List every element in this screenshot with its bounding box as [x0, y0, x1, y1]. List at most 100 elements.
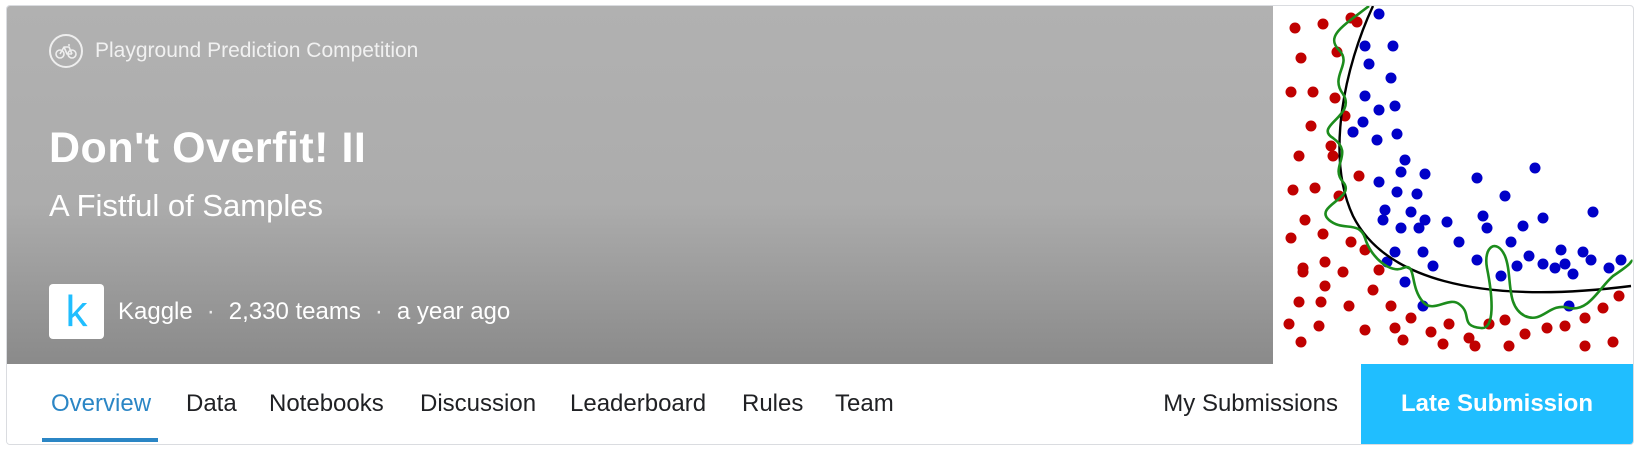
competition-age: a year ago [396, 297, 511, 325]
blue-sample-point [1477, 210, 1489, 222]
red-sample-point [1295, 52, 1307, 64]
host-name[interactable]: Kaggle [118, 298, 193, 326]
blue-sample-point [1585, 254, 1597, 266]
blue-sample-point [1517, 220, 1529, 232]
blue-sample-point [1391, 128, 1403, 140]
team-count: 2,330 teams [228, 297, 361, 325]
competition-type-label: Playground Prediction Competition [95, 39, 419, 62]
blue-sample-point [1387, 40, 1399, 52]
blue-sample-point [1357, 116, 1369, 128]
blue-sample-point [1377, 214, 1389, 226]
overfitting-illustration [1273, 6, 1633, 364]
red-sample-point [1317, 228, 1329, 240]
active-tab-indicator [42, 438, 158, 442]
blue-sample-point [1373, 176, 1385, 188]
blue-sample-point [1395, 166, 1407, 178]
red-sample-point [1437, 338, 1449, 350]
red-sample-point [1293, 150, 1305, 162]
blue-sample-point [1385, 72, 1397, 84]
late-submission-button[interactable]: Late Submission [1361, 364, 1633, 444]
red-sample-point [1385, 300, 1397, 312]
red-sample-point [1327, 150, 1339, 162]
red-sample-point [1425, 326, 1437, 338]
red-sample-point [1317, 18, 1329, 30]
red-sample-point [1315, 296, 1327, 308]
red-sample-point [1289, 22, 1301, 34]
blue-sample-point [1615, 254, 1627, 266]
blue-sample-point [1379, 204, 1391, 216]
blue-sample-point [1399, 276, 1411, 288]
red-sample-point [1287, 184, 1299, 196]
tab-leaderboard[interactable]: Leaderboard [570, 364, 706, 444]
hero-banner: Playground Prediction Competition Don't … [7, 6, 1633, 364]
blue-sample-point [1359, 90, 1371, 102]
blue-sample-point [1359, 40, 1371, 52]
blue-sample-point [1537, 258, 1549, 270]
blue-sample-point [1405, 206, 1417, 218]
blue-sample-point [1427, 260, 1439, 272]
red-sample-point [1469, 340, 1481, 352]
red-sample-point [1345, 236, 1357, 248]
blue-sample-point [1471, 254, 1483, 266]
red-sample-point [1373, 264, 1385, 276]
blue-sample-point [1511, 260, 1523, 272]
overfit-decision-boundary [1324, 6, 1633, 330]
blue-sample-point [1537, 212, 1549, 224]
red-sample-point [1283, 318, 1295, 330]
red-sample-point [1295, 336, 1307, 348]
blue-sample-point [1373, 8, 1385, 20]
blue-sample-point [1389, 246, 1401, 258]
blue-sample-point [1529, 162, 1541, 174]
tab-discussion[interactable]: Discussion [420, 364, 536, 444]
host-logo[interactable]: k [49, 284, 104, 339]
red-sample-point [1337, 266, 1349, 278]
red-sample-point [1405, 312, 1417, 324]
red-sample-point [1389, 322, 1401, 334]
red-sample-point [1309, 182, 1321, 194]
red-sample-point [1319, 280, 1331, 292]
red-sample-point [1329, 92, 1341, 104]
red-sample-point [1579, 312, 1591, 324]
blue-sample-point [1363, 58, 1375, 70]
red-sample-point [1343, 300, 1355, 312]
blue-sample-point [1417, 246, 1429, 258]
blue-sample-point [1347, 126, 1359, 138]
red-sample-point [1499, 314, 1511, 326]
blue-sample-point [1577, 246, 1589, 258]
blue-sample-point [1555, 244, 1567, 256]
red-sample-point [1297, 262, 1309, 274]
blue-sample-point [1499, 190, 1511, 202]
red-sample-point [1397, 334, 1409, 346]
red-sample-point [1541, 322, 1553, 334]
blue-sample-point [1441, 216, 1453, 228]
tab-overview[interactable]: Overview [51, 364, 151, 444]
blue-sample-point [1603, 262, 1615, 274]
red-sample-point [1367, 284, 1379, 296]
my-submissions-link[interactable]: My Submissions [1163, 364, 1338, 444]
blue-sample-point [1495, 270, 1507, 282]
competition-tabs: Overview Data Notebooks Discussion Leade… [7, 364, 1633, 444]
red-sample-point [1313, 320, 1325, 332]
blue-sample-point [1391, 186, 1403, 198]
red-sample-point [1503, 340, 1515, 352]
tab-team[interactable]: Team [835, 364, 894, 444]
red-sample-point [1607, 336, 1619, 348]
red-sample-point [1579, 340, 1591, 352]
blue-sample-point [1373, 104, 1385, 116]
blue-sample-point [1505, 236, 1517, 248]
tab-rules[interactable]: Rules [742, 364, 803, 444]
tab-data[interactable]: Data [186, 364, 237, 444]
blue-sample-point [1549, 262, 1561, 274]
red-sample-point [1305, 120, 1317, 132]
blue-sample-point [1559, 258, 1571, 270]
red-sample-point [1325, 140, 1337, 152]
blue-sample-point [1399, 154, 1411, 166]
bike-icon [49, 34, 83, 68]
red-sample-point [1285, 232, 1297, 244]
blue-sample-point [1471, 172, 1483, 184]
blue-sample-point [1567, 268, 1579, 280]
tab-notebooks[interactable]: Notebooks [269, 364, 384, 444]
competition-subtitle: A Fistful of Samples [49, 188, 323, 223]
blue-sample-point [1419, 214, 1431, 226]
blue-sample-point [1587, 206, 1599, 218]
